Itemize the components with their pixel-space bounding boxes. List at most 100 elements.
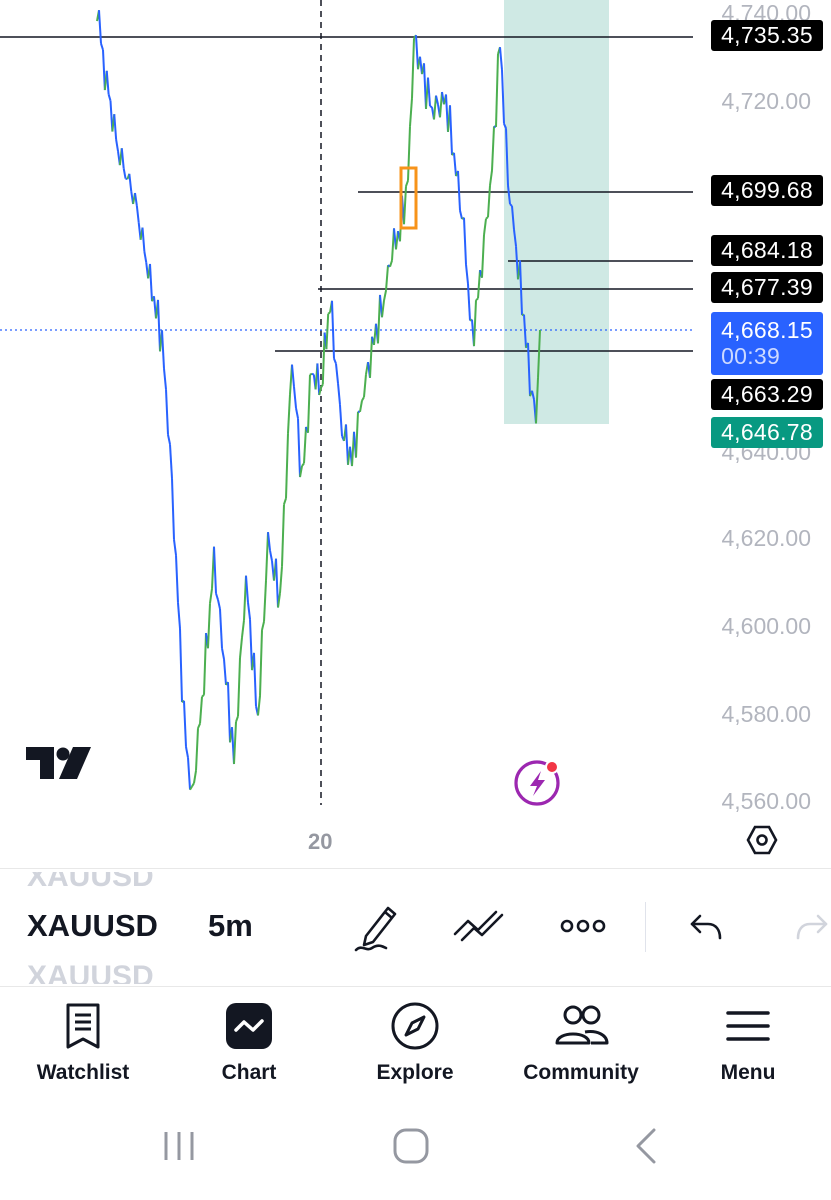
price-segment (120, 148, 125, 169)
price-segment (465, 264, 469, 285)
price-segment (128, 173, 133, 192)
price-segment (477, 270, 481, 299)
price-segment (331, 300, 335, 359)
nav-chart-label: Chart (221, 1061, 277, 1084)
price-segment (253, 652, 257, 707)
price-chart[interactable] (0, 0, 831, 868)
symbol-name[interactable]: XAUUSD (27, 908, 158, 944)
price-segment (169, 444, 173, 479)
price-segment (195, 728, 199, 771)
undo-icon[interactable] (688, 912, 724, 944)
price-segment (285, 433, 289, 499)
price-segment (311, 372, 315, 376)
price-segment (333, 358, 337, 365)
price-segment (227, 682, 231, 743)
lightning-icon[interactable] (514, 760, 560, 806)
price-segment (433, 95, 437, 120)
price-segment (203, 633, 207, 695)
price-label-4735[interactable]: 4,735.35 (711, 20, 823, 51)
price-segment (233, 721, 237, 765)
compass-icon (391, 1002, 439, 1050)
price-segment (301, 462, 305, 467)
watchlist-icon (66, 1003, 100, 1049)
price-segment (241, 619, 245, 638)
price-segment (122, 167, 127, 179)
timeframe-selector[interactable]: 5m (208, 908, 253, 944)
price-segment (163, 368, 167, 390)
home-icon[interactable] (391, 1126, 431, 1166)
price-segment (291, 364, 295, 387)
price-segment (209, 588, 213, 604)
price-segment (261, 621, 265, 631)
price-segment (293, 386, 297, 409)
chart-settings-icon[interactable] (746, 825, 778, 855)
target-price-label[interactable]: 4,646.78 (711, 417, 823, 448)
price-segment (183, 700, 187, 747)
y-axis-tick: 4,720.00 (721, 88, 811, 114)
price-segment (245, 575, 249, 603)
y-axis-tick: 4,560.00 (721, 788, 811, 814)
price-label-4684[interactable]: 4,684.18 (711, 235, 823, 266)
price-segment (215, 593, 219, 601)
price-segment (239, 637, 243, 659)
price-segment (427, 77, 431, 107)
price-segment (485, 216, 489, 220)
price-segment (429, 105, 433, 109)
price-segment (187, 757, 191, 790)
price-segment (221, 648, 225, 660)
price-label-4677[interactable]: 4,677.39 (711, 272, 823, 303)
price-segment (297, 418, 301, 478)
price-segment (161, 330, 165, 369)
price-segment (115, 139, 119, 152)
price-segment (463, 217, 467, 265)
price-segment (316, 363, 321, 396)
price-segment (473, 300, 477, 347)
nav-watchlist-label: Watchlist (36, 1061, 130, 1084)
price-segment (177, 602, 181, 629)
price-segment (495, 54, 499, 127)
price-segment (165, 389, 169, 435)
price-segment (325, 313, 330, 350)
price-segment (269, 550, 273, 562)
price-segment (295, 407, 299, 419)
current-price-label[interactable]: 4,668.15 00:39 (711, 312, 823, 375)
drawing-tools-icon[interactable] (452, 908, 508, 944)
price-label-4663[interactable]: 4,663.29 (711, 379, 823, 410)
back-icon[interactable] (628, 1126, 664, 1166)
price-label-4699[interactable]: 4,699.68 (711, 175, 823, 206)
current-price-value: 4,668.15 (721, 317, 813, 343)
price-segment (337, 383, 341, 405)
price-segment (355, 411, 359, 458)
price-segment (339, 404, 343, 437)
price-segment (457, 170, 461, 211)
price-segment (191, 782, 195, 788)
price-segment (247, 602, 251, 620)
more-icon[interactable] (559, 916, 607, 936)
target-zone[interactable] (504, 0, 609, 424)
price-segment (279, 566, 283, 594)
price-segment (411, 38, 415, 99)
price-segment (105, 70, 110, 95)
price-segment (321, 332, 326, 385)
pen-icon[interactable] (352, 900, 400, 954)
price-segment (389, 260, 393, 267)
price-segment (363, 374, 367, 398)
price-segment (405, 180, 409, 187)
price-segment (149, 263, 153, 302)
price-segment (491, 126, 495, 171)
y-axis-tick: 4,580.00 (721, 701, 811, 727)
recents-icon[interactable] (160, 1128, 200, 1164)
price-segment (487, 185, 491, 218)
price-segment (193, 770, 197, 784)
price-segment (237, 657, 241, 717)
price-segment (381, 300, 385, 318)
price-segment (409, 97, 413, 127)
chart-area[interactable]: 4,740.00 4,720.00 4,640.00 4,620.00 4,60… (0, 0, 831, 868)
price-segment (217, 599, 221, 610)
price-segment (499, 47, 503, 71)
price-segment (185, 746, 189, 758)
redo-icon[interactable] (794, 912, 830, 944)
price-segment (383, 290, 387, 301)
price-segment (265, 532, 269, 581)
x-axis-tick: 20 (308, 829, 333, 854)
